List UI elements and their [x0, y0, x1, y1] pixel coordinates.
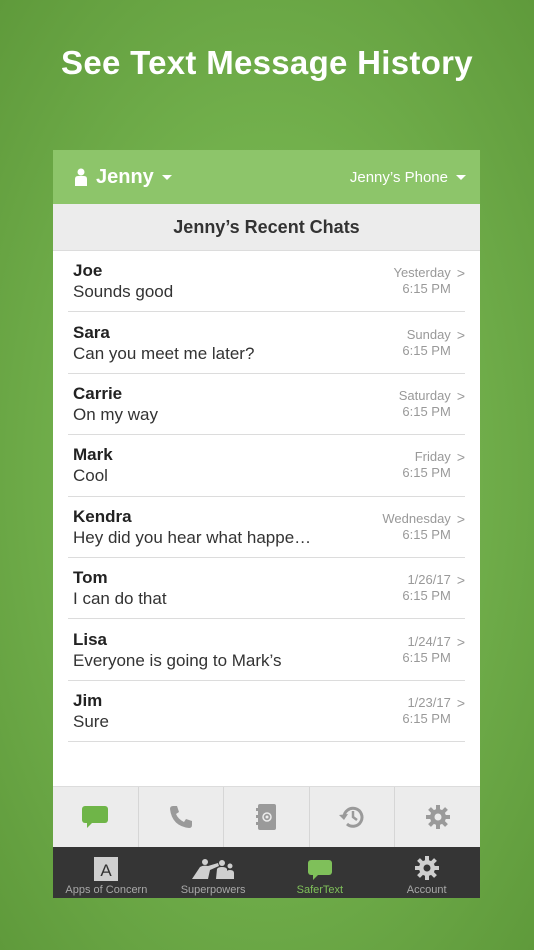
chevron-right-icon: > — [456, 572, 465, 589]
chat-contact-name: Jim — [73, 690, 103, 710]
chat-last-message: Cool — [73, 466, 108, 486]
user-selector[interactable]: Jenny — [73, 166, 172, 189]
tab-safertext[interactable]: SaferText — [267, 847, 374, 898]
chat-last-message: Can you meet me later? — [73, 343, 255, 363]
tab-account[interactable]: Account — [373, 847, 480, 898]
chat-contact-name: Carrie — [73, 383, 123, 403]
gear-icon — [414, 856, 439, 880]
chat-time: 6:15 PM — [402, 526, 451, 542]
apps-icon-letter: A — [101, 861, 113, 880]
chat-time: 6:15 PM — [402, 588, 451, 604]
chat-day: 1/24/17 — [407, 633, 451, 649]
chevron-right-icon: > — [456, 449, 465, 466]
chat-last-message: I can do that — [73, 589, 167, 609]
caret-down-icon — [161, 174, 172, 180]
chat-bubble-icon — [82, 806, 109, 828]
chat-time: 6:15 PM — [402, 465, 451, 481]
chevron-right-icon: > — [456, 387, 465, 404]
chat-contact-name: Lisa — [73, 629, 108, 649]
chat-day: Sunday — [406, 326, 451, 342]
chat-day: 1/23/17 — [407, 694, 451, 710]
chat-time: 6:15 PM — [402, 342, 451, 358]
caret-down-icon — [456, 174, 466, 180]
page-headline: See Text Message History — [61, 44, 473, 81]
chat-last-message: Hey did you hear what happe… — [73, 527, 312, 547]
chat-last-message: On my way — [73, 404, 159, 424]
chevron-right-icon: > — [456, 633, 465, 650]
apps-of-concern-icon: A — [94, 857, 119, 881]
calls-tool-button[interactable] — [139, 787, 225, 847]
tab-label: Apps of Concern — [65, 884, 148, 896]
device-name: Jenny’s Phone — [349, 168, 448, 186]
chat-row[interactable]: Joe Sounds good Yesterday 6:15 PM > — [68, 251, 465, 313]
chat-last-message: Everyone is going to Mark’s — [73, 650, 282, 670]
chat-contact-name: Mark — [73, 445, 113, 465]
chat-contact-name: Sara — [73, 322, 110, 342]
history-icon — [339, 806, 364, 828]
phone-icon — [169, 806, 192, 828]
tab-superpowers[interactable]: Superpowers — [160, 847, 267, 898]
tab-label: SaferText — [296, 884, 344, 896]
settings-tool-button[interactable] — [395, 787, 480, 847]
chat-time: 6:15 PM — [402, 710, 451, 726]
chat-contact-name: Kendra — [73, 506, 132, 526]
tab-apps-of-concern[interactable]: A Apps of Concern — [53, 847, 160, 898]
chat-day: 1/26/17 — [407, 572, 451, 588]
chat-time: 6:15 PM — [402, 281, 451, 297]
tab-label: Account — [406, 884, 447, 896]
app-screen: Jenny Jenny’s Phone Jenny’s Recent Chats… — [53, 150, 480, 898]
chat-row[interactable]: Lisa Everyone is going to Mark’s 1/24/17 6… — [68, 619, 465, 681]
chat-bubble-icon — [307, 860, 332, 880]
person-icon — [75, 168, 87, 186]
history-tool-button[interactable] — [310, 787, 396, 847]
chat-contact-name: Tom — [73, 568, 108, 588]
chat-last-message: Sure — [73, 711, 109, 731]
tab-label: Superpowers — [180, 884, 246, 896]
chat-day: Wednesday — [382, 510, 451, 526]
texts-tool-button[interactable] — [53, 787, 139, 847]
chevron-right-icon: > — [456, 326, 465, 343]
chat-row[interactable]: Sara Can you meet me later? Sunday 6:15 PM… — [68, 312, 465, 374]
gear-icon — [425, 805, 450, 829]
chat-day: Yesterday — [393, 265, 451, 281]
section-title: Jenny’s Recent Chats — [53, 204, 480, 251]
chat-day: Friday — [414, 449, 451, 465]
chat-time: 6:15 PM — [402, 403, 451, 419]
chevron-right-icon: > — [456, 265, 465, 282]
chat-row[interactable]: Carrie On my way Saturday 6:15 PM > — [68, 374, 465, 436]
chat-list: Joe Sounds good Yesterday 6:15 PM > Sara Can… — [53, 251, 480, 743]
contacts-tool-button[interactable] — [224, 787, 310, 847]
chat-row[interactable]: Jim Sure 1/23/17 6:15 PM > — [68, 681, 465, 743]
activity-toolbar — [53, 786, 480, 847]
chevron-right-icon: > — [456, 694, 465, 711]
bottom-tab-bar: A Apps of Concern Superpowers SaferText … — [53, 847, 480, 898]
chat-day: Saturday — [398, 387, 451, 403]
superpowers-icon — [192, 859, 235, 879]
device-selector[interactable]: Jenny’s Phone — [350, 169, 466, 186]
chat-row[interactable]: Kendra Hey did you hear what happe… Wedne… — [68, 497, 465, 558]
chat-row[interactable]: Mark Cool Friday 6:15 PM > — [68, 435, 465, 497]
top-bar: Jenny Jenny’s Phone — [53, 150, 480, 204]
chat-last-message: Sounds good — [73, 282, 174, 302]
chat-contact-name: Joe — [73, 261, 103, 281]
user-name: Jenny — [96, 165, 154, 188]
chat-row[interactable]: Tom I can do that 1/26/17 6:15 PM > — [68, 558, 465, 620]
chat-time: 6:15 PM — [402, 649, 451, 665]
chevron-right-icon: > — [456, 510, 465, 527]
contacts-icon — [256, 804, 277, 830]
